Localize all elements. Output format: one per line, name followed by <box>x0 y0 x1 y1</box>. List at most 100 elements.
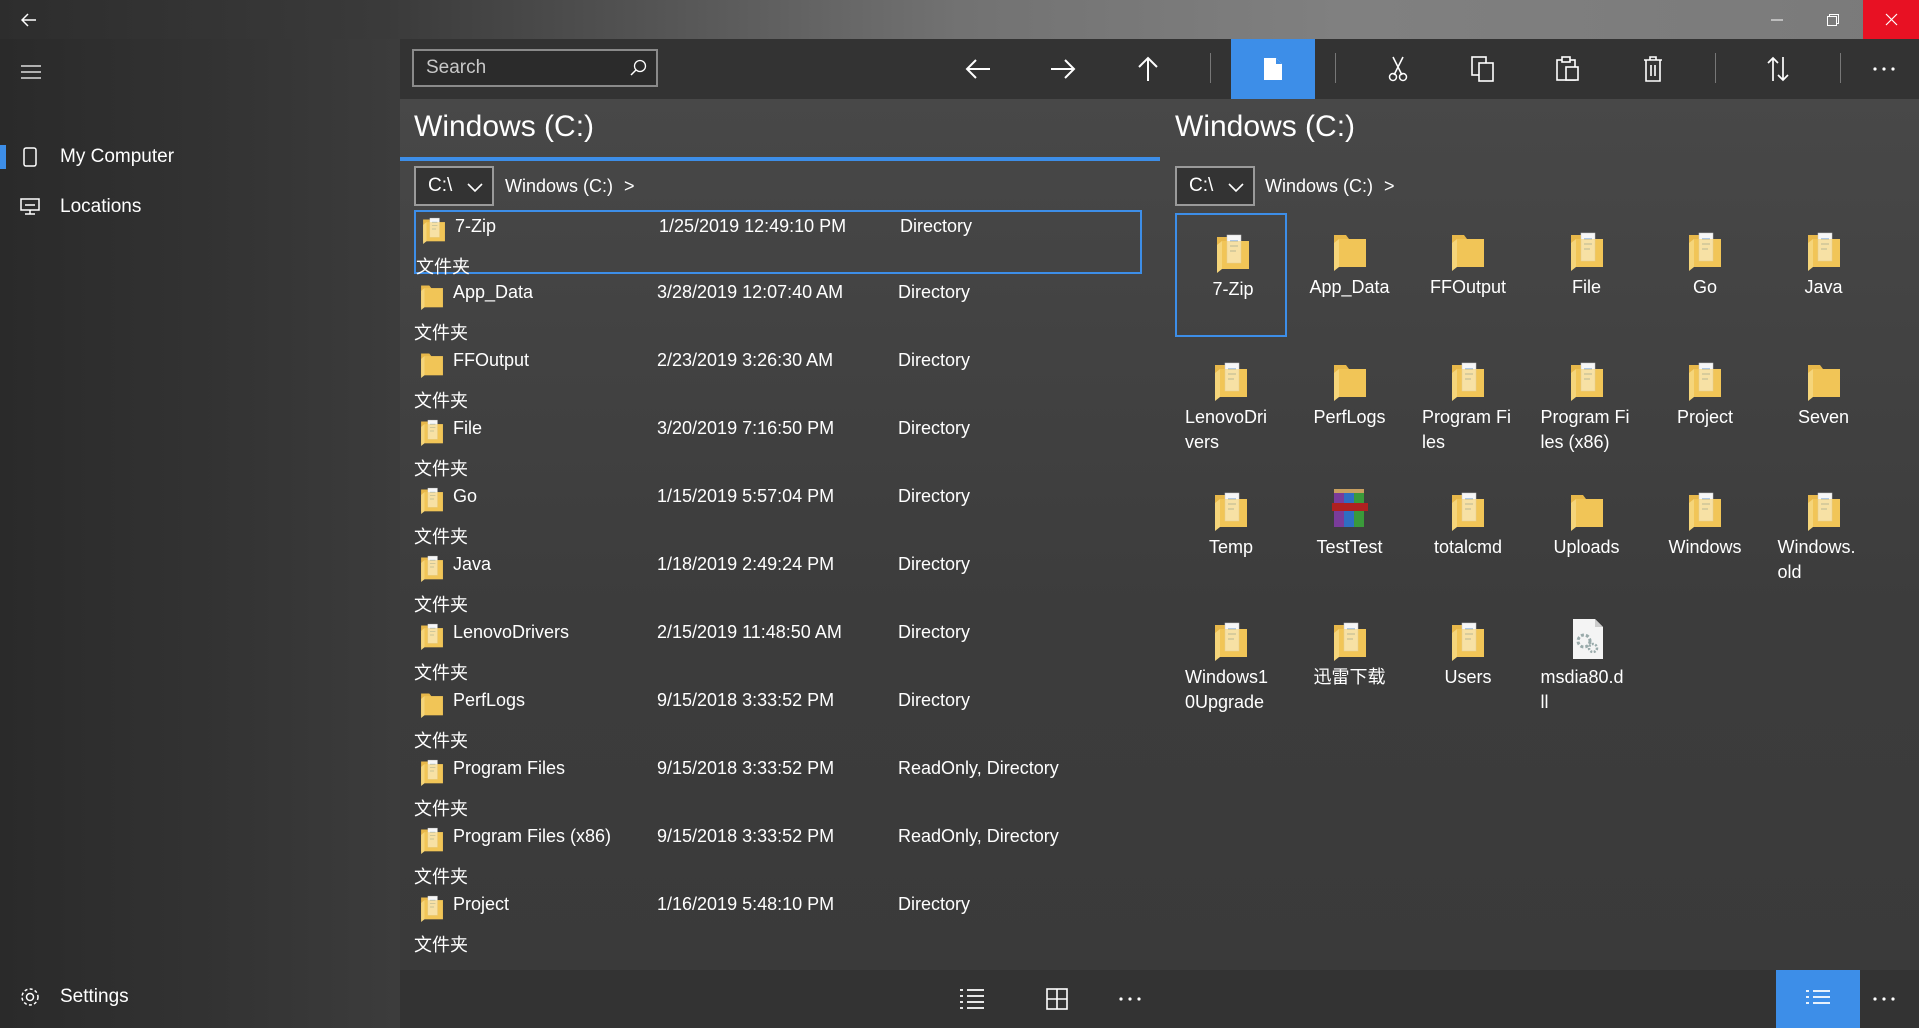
sidebar-item-locations[interactable]: Locations <box>0 185 400 229</box>
list-row-file[interactable]: File 3/20/2019 7:16:50 PM Directory 文件夹 <box>414 414 1144 482</box>
row-attributes: Directory <box>898 554 971 574</box>
active-pane-underline <box>400 157 1160 161</box>
bottom-right-more-button[interactable] <box>1848 970 1919 1028</box>
left-drive-select[interactable]: C:\ <box>414 166 494 206</box>
tablet-icon <box>18 145 42 169</box>
title-back-button[interactable] <box>14 6 44 34</box>
grid-tile-project[interactable]: Project <box>1649 343 1761 467</box>
tile-name: Windows <box>1668 537 1742 557</box>
grid-tile-program-files-x86-[interactable]: Program Files (x86) <box>1531 343 1643 467</box>
row-type: 文件夹 <box>416 257 470 277</box>
settings-button[interactable]: Settings <box>0 975 400 1019</box>
grid-tile-msdia80-d-ll[interactable]: msdia80.d ll <box>1531 603 1643 727</box>
list-row-project[interactable]: Project 1/16/2019 5:48:10 PM Directory 文件夹 <box>414 890 1144 958</box>
right-breadcrumb[interactable]: Windows (C:) <box>1265 176 1373 197</box>
row-date: 1/15/2019 5:57:04 PM <box>657 486 835 506</box>
paste-button[interactable] <box>1526 39 1610 99</box>
delete-button[interactable] <box>1611 39 1695 99</box>
grid-tile-java[interactable]: Java <box>1768 213 1880 337</box>
grid-tile-totalcmd[interactable]: totalcmd <box>1412 473 1524 597</box>
cut-button[interactable] <box>1356 39 1440 99</box>
tile-name: Project <box>1676 407 1734 427</box>
list-row-app-data[interactable]: App_Data 3/28/2019 12:07:40 AM Directory 文件… <box>414 278 1144 346</box>
folder-icon <box>418 484 446 514</box>
list-row-program-files-x86-[interactable]: Program Files (x86) 9/15/2018 3:33:52 PM R… <box>414 822 1144 890</box>
list-row-ffoutput[interactable]: FFOutput 2/23/2019 3:26:30 AM Directory 文件夹 <box>414 346 1144 414</box>
grid-tile-7-zip[interactable]: 7-Zip <box>1175 213 1287 337</box>
list-row-java[interactable]: Java 1/18/2019 2:49:24 PM Directory 文件夹 <box>414 550 1144 618</box>
restore-button[interactable] <box>1805 0 1861 39</box>
tile-name: App_Data <box>1309 277 1390 297</box>
folder-icon <box>1567 227 1607 271</box>
list-row-perflogs[interactable]: PerfLogs 9/15/2018 3:33:52 PM Directory 文件夹 <box>414 686 1144 754</box>
row-name: 7-Zip <box>455 216 497 236</box>
minimize-button[interactable] <box>1749 0 1805 39</box>
tile-name: 7-Zip <box>1212 279 1254 299</box>
grid-tile-testtest[interactable]: TestTest <box>1294 473 1406 597</box>
grid-tile-temp[interactable]: Temp <box>1175 473 1287 597</box>
bottom-more-button[interactable] <box>1088 970 1172 1028</box>
grid-tile-file[interactable]: File <box>1531 213 1643 337</box>
grid-tile-program-files[interactable]: Program Files <box>1412 343 1524 467</box>
grid-tile-app-data[interactable]: App_Data <box>1294 213 1406 337</box>
grid-tile-windows-old[interactable]: Windows. old <box>1768 473 1880 597</box>
file-explorer-app: My Computer Locations Settings Search Wi… <box>0 0 1919 1028</box>
grid-tile-go[interactable]: Go <box>1649 213 1761 337</box>
sidebar-item-my-computer[interactable]: My Computer <box>0 135 400 179</box>
left-pane-title: Windows (C:) <box>414 110 595 143</box>
grid-tile--[interactable]: 迅雷下载 <box>1294 603 1406 727</box>
grid-view-icon <box>1046 988 1068 1010</box>
folder-icon <box>1448 227 1488 271</box>
list-row-lenovodrivers[interactable]: LenovoDrivers 2/15/2019 11:48:50 AM Direct… <box>414 618 1144 686</box>
right-drive-select[interactable]: C:\ <box>1175 166 1255 206</box>
folder-icon <box>418 688 446 718</box>
more-button[interactable] <box>1848 39 1919 99</box>
copy-icon <box>1471 56 1494 82</box>
tile-name: msdia80.d ll <box>1540 667 1624 712</box>
up-button[interactable] <box>1106 39 1190 99</box>
row-attributes: Directory <box>898 486 971 506</box>
list-row-program-files[interactable]: Program Files 9/15/2018 3:33:52 PM ReadOnl… <box>414 754 1144 822</box>
row-date: 2/23/2019 3:26:30 AM <box>657 350 834 370</box>
close-button[interactable] <box>1863 0 1919 39</box>
folder-icon <box>1448 487 1488 531</box>
grid-tile-users[interactable]: Users <box>1412 603 1524 727</box>
copy-button[interactable] <box>1441 39 1525 99</box>
forward-button[interactable] <box>1021 39 1105 99</box>
row-type: 文件夹 <box>414 663 468 683</box>
list-row-go[interactable]: Go 1/15/2019 5:57:04 PM Directory 文件夹 <box>414 482 1144 550</box>
hamburger-button[interactable] <box>18 61 44 83</box>
tile-name: Users <box>1444 667 1492 687</box>
sort-button[interactable] <box>1736 39 1820 99</box>
tile-name: Go <box>1692 277 1717 297</box>
list-view-button[interactable] <box>930 970 1014 1028</box>
folder-icon <box>1330 227 1370 271</box>
search-input[interactable] <box>414 51 624 85</box>
folder-icon <box>1685 227 1725 271</box>
drive-value: C:\ <box>1189 175 1214 196</box>
chevron-down-icon <box>1228 183 1244 193</box>
list-row-7-zip[interactable]: 7-Zip 1/25/2019 12:49:10 PM Directory 文件夹 <box>414 210 1142 277</box>
close-icon <box>1885 13 1897 26</box>
folder-icon <box>1567 487 1607 531</box>
left-breadcrumb[interactable]: Windows (C:) <box>505 176 613 197</box>
grid-tile-ffoutput[interactable]: FFOutput <box>1412 213 1524 337</box>
grid-tile-windows1-0upgrade[interactable]: Windows1 0Upgrade <box>1175 603 1287 727</box>
grid-tile-lenovodri-vers[interactable]: LenovoDri vers <box>1175 343 1287 467</box>
back-button[interactable] <box>936 39 1020 99</box>
settings-label: Settings <box>60 986 129 1007</box>
folder-icon <box>1804 357 1844 401</box>
grid-view-button[interactable] <box>1015 970 1099 1028</box>
chevron-down-icon <box>467 183 483 193</box>
row-date: 3/20/2019 7:16:50 PM <box>657 418 835 438</box>
row-type: 文件夹 <box>414 459 468 479</box>
grid-tile-perflogs[interactable]: PerfLogs <box>1294 343 1406 467</box>
grid-tile-seven[interactable]: Seven <box>1768 343 1880 467</box>
grid-tile-uploads[interactable]: Uploads <box>1531 473 1643 597</box>
new-file-button[interactable] <box>1231 39 1315 99</box>
search-icon[interactable] <box>628 58 648 78</box>
row-name: App_Data <box>453 282 534 302</box>
back-arrow-icon <box>21 13 36 27</box>
right-pane-title: Windows (C:) <box>1175 110 1356 143</box>
grid-tile-windows[interactable]: Windows <box>1649 473 1761 597</box>
